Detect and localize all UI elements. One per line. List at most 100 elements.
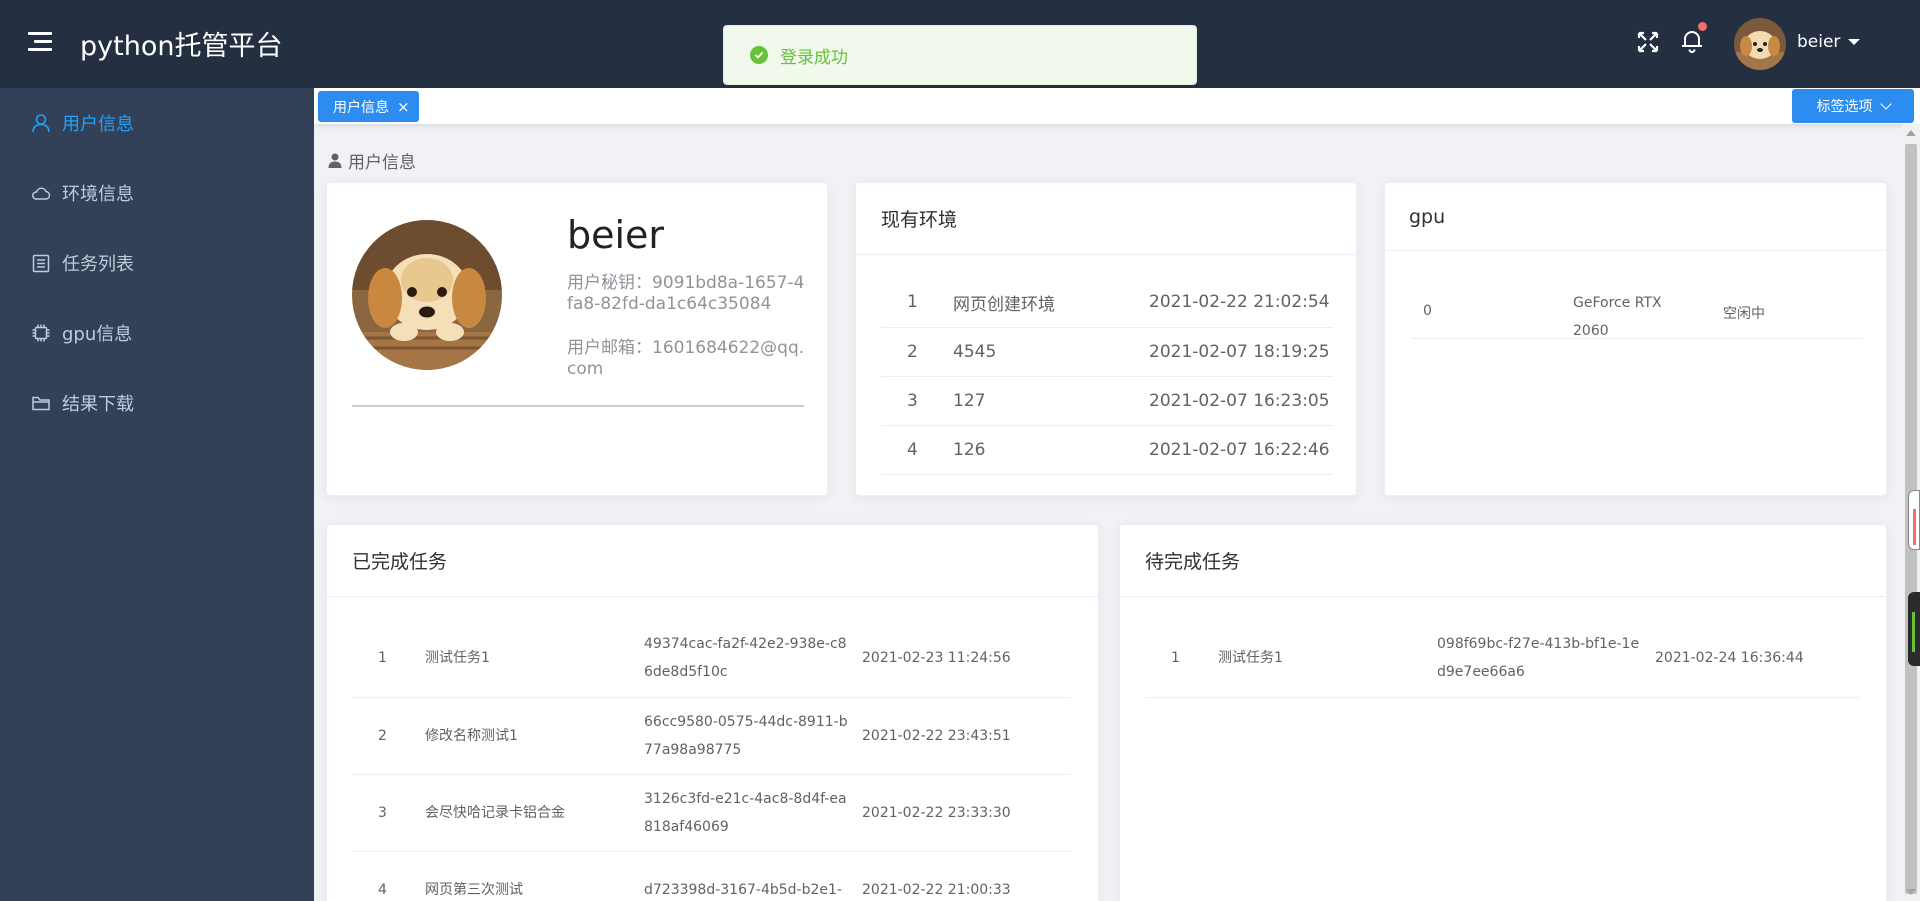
gpu-card: gpu 0 GeForce RTX 2060 空闲中 [1384, 182, 1887, 496]
table-cell: 2 [881, 327, 953, 377]
check-circle-icon [750, 46, 768, 64]
table-row[interactable]: 3 会尽快哈记录卡铝合金 3126c3fd-e21c-4ac8-8d4f-ea8… [352, 774, 1071, 852]
user-email: 用户邮箱：1601684622@qq.com [567, 338, 805, 379]
success-toast: 登录成功 [723, 25, 1197, 85]
table-cell: 2021-02-07 16:23:05 [1149, 376, 1333, 426]
user-menu[interactable]: beier [1797, 32, 1861, 52]
tags-options-button[interactable]: 标签选项 [1792, 89, 1914, 123]
tags-bar: 用户信息 × 标签选项 [314, 88, 1920, 124]
card-title: 待完成任务 [1120, 525, 1886, 597]
username-label: beier [1797, 32, 1841, 52]
sidebar-item-label: 任务列表 [62, 254, 134, 275]
card-title: 现有环境 [856, 183, 1356, 255]
sidebar-item-label: 环境信息 [62, 184, 134, 205]
breadcrumb: 用户信息 [328, 148, 416, 173]
table-row[interactable]: 4 网页第三次测试 d723398d-3167-4b5d-b2e1- 2021-… [352, 851, 1071, 901]
side-widget[interactable] [1908, 490, 1920, 550]
table-cell: 2021-02-24 16:36:44 [1655, 620, 1860, 698]
fullscreen-icon[interactable] [1636, 30, 1660, 54]
toast-message: 登录成功 [780, 47, 848, 68]
sidebar-item-task-list[interactable]: 任务列表 [0, 228, 314, 298]
close-icon[interactable]: × [397, 98, 410, 116]
table-cell: 空闲中 [1723, 306, 1765, 322]
pending-tasks-card: 待完成任务 1 测试任务1 098f69bc-f27e-413b-bf1e-1e… [1119, 524, 1887, 901]
table-cell: 0 [1423, 303, 1432, 319]
table-row[interactable]: 0 GeForce RTX 2060 空闲中 [1411, 279, 1863, 339]
table-cell: 测试任务1 [425, 620, 644, 698]
table-cell: 2021-02-23 11:24:56 [862, 620, 1071, 698]
scroll-down-icon[interactable] [1906, 889, 1916, 895]
card-title: 已完成任务 [327, 525, 1098, 597]
user-info-card: beier 用户秘钥：9091bd8a-1657-4fa8-82fd-da1c6… [326, 182, 828, 496]
user-solid-icon [328, 153, 342, 168]
sidebar-item-label: 用户信息 [62, 114, 134, 135]
notification-dot [1698, 22, 1707, 31]
sidebar-item-label: gpu信息 [62, 324, 133, 345]
table-cell: 3 [881, 376, 953, 426]
avatar[interactable] [1734, 18, 1786, 70]
table-cell: d723398d-3167-4b5d-b2e1- [644, 851, 862, 901]
caret-down-icon [1848, 39, 1861, 45]
sidebar-item-label: 结果下载 [62, 394, 134, 415]
main-content: 用户信息 beier 用户秘钥：9091bd8a-1657-4fa8-82fd-… [314, 124, 1902, 901]
cloud-icon [32, 187, 51, 200]
table-cell: GeForce RTX 2060 [1573, 295, 1662, 339]
user-icon [32, 114, 50, 133]
table-cell: 1 [352, 620, 425, 698]
table-cell: 网页第三次测试 [425, 851, 644, 901]
card-title: gpu [1385, 183, 1886, 251]
sidebar: 用户信息 环境信息 任务列表 gpu信息 结果下载 [0, 88, 314, 901]
chip-icon [32, 324, 50, 342]
table-cell: 2021-02-22 21:02:54 [1149, 278, 1333, 328]
pending-tasks-table: 1 测试任务1 098f69bc-f27e-413b-bf1e-1ed9e7ee… [1145, 620, 1860, 698]
divider [352, 405, 804, 407]
table-cell: 4 [881, 425, 953, 475]
table-cell: 1 [1145, 620, 1218, 698]
sidebar-item-user-info[interactable]: 用户信息 [0, 88, 314, 158]
menu-toggle-icon[interactable] [28, 32, 52, 52]
completed-tasks-card: 已完成任务 1 测试任务1 49374cac-fa2f-42e2-938e-c8… [326, 524, 1099, 901]
table-row[interactable]: 1 网页创建环境 2021-02-22 21:02:54 [881, 278, 1333, 328]
sidebar-item-gpu-info[interactable]: gpu信息 [0, 298, 314, 368]
tag-user-info[interactable]: 用户信息 × [318, 91, 419, 122]
table-cell: 4 [352, 851, 425, 901]
user-avatar-large [352, 220, 502, 370]
table-row[interactable]: 2 4545 2021-02-07 18:19:25 [881, 327, 1333, 377]
table-cell: 66cc9580-0575-44dc-8911-b77a98a98775 [644, 697, 862, 775]
completed-tasks-table: 1 测试任务1 49374cac-fa2f-42e2-938e-c86de8d5… [352, 620, 1071, 901]
folder-icon [32, 396, 50, 411]
table-cell: 2021-02-22 23:33:30 [862, 774, 1071, 852]
table-cell: 3 [352, 774, 425, 852]
sidebar-item-download[interactable]: 结果下载 [0, 368, 314, 438]
table-cell: 127 [953, 376, 1149, 426]
table-cell: 会尽快哈记录卡铝合金 [425, 774, 644, 852]
table-cell: 4545 [953, 327, 1149, 377]
table-cell: 098f69bc-f27e-413b-bf1e-1ed9e7ee66a6 [1437, 620, 1655, 698]
list-icon [32, 254, 50, 273]
tags-options-label: 标签选项 [1816, 99, 1873, 115]
environment-card: 现有环境 1 网页创建环境 2021-02-22 21:02:54 2 4545… [855, 182, 1357, 496]
table-cell: 2 [352, 697, 425, 775]
table-cell: 2021-02-07 18:19:25 [1149, 327, 1333, 377]
table-cell: 2021-02-07 16:22:46 [1149, 425, 1333, 475]
table-cell: 126 [953, 425, 1149, 475]
table-row[interactable]: 1 测试任务1 49374cac-fa2f-42e2-938e-c86de8d5… [352, 620, 1071, 698]
table-cell: 2021-02-22 21:00:33 [862, 851, 1071, 901]
table-row[interactable]: 1 测试任务1 098f69bc-f27e-413b-bf1e-1ed9e7ee… [1145, 620, 1860, 698]
sidebar-item-env-info[interactable]: 环境信息 [0, 158, 314, 228]
table-cell: 1 [881, 278, 953, 328]
table-row[interactable]: 3 127 2021-02-07 16:23:05 [881, 376, 1333, 426]
table-cell: 49374cac-fa2f-42e2-938e-c86de8d5f10c [644, 620, 862, 698]
table-cell: 测试任务1 [1218, 620, 1437, 698]
scroll-up-icon[interactable] [1906, 130, 1916, 136]
table-row[interactable]: 2 修改名称测试1 66cc9580-0575-44dc-8911-b77a98… [352, 697, 1071, 775]
user-name: beier [567, 213, 665, 257]
table-cell: 3126c3fd-e21c-4ac8-8d4f-ea818af46069 [644, 774, 862, 852]
table-row[interactable]: 4 126 2021-02-07 16:22:46 [881, 425, 1333, 475]
table-cell: 修改名称测试1 [425, 697, 644, 775]
user-secret-key: 用户秘钥：9091bd8a-1657-4fa8-82fd-da1c64c3508… [567, 273, 805, 314]
chevron-down-icon [1879, 98, 1892, 110]
app-title: python托管平台 [80, 31, 283, 62]
table-cell: 网页创建环境 [953, 278, 1149, 328]
side-widget-meter[interactable] [1908, 592, 1920, 666]
